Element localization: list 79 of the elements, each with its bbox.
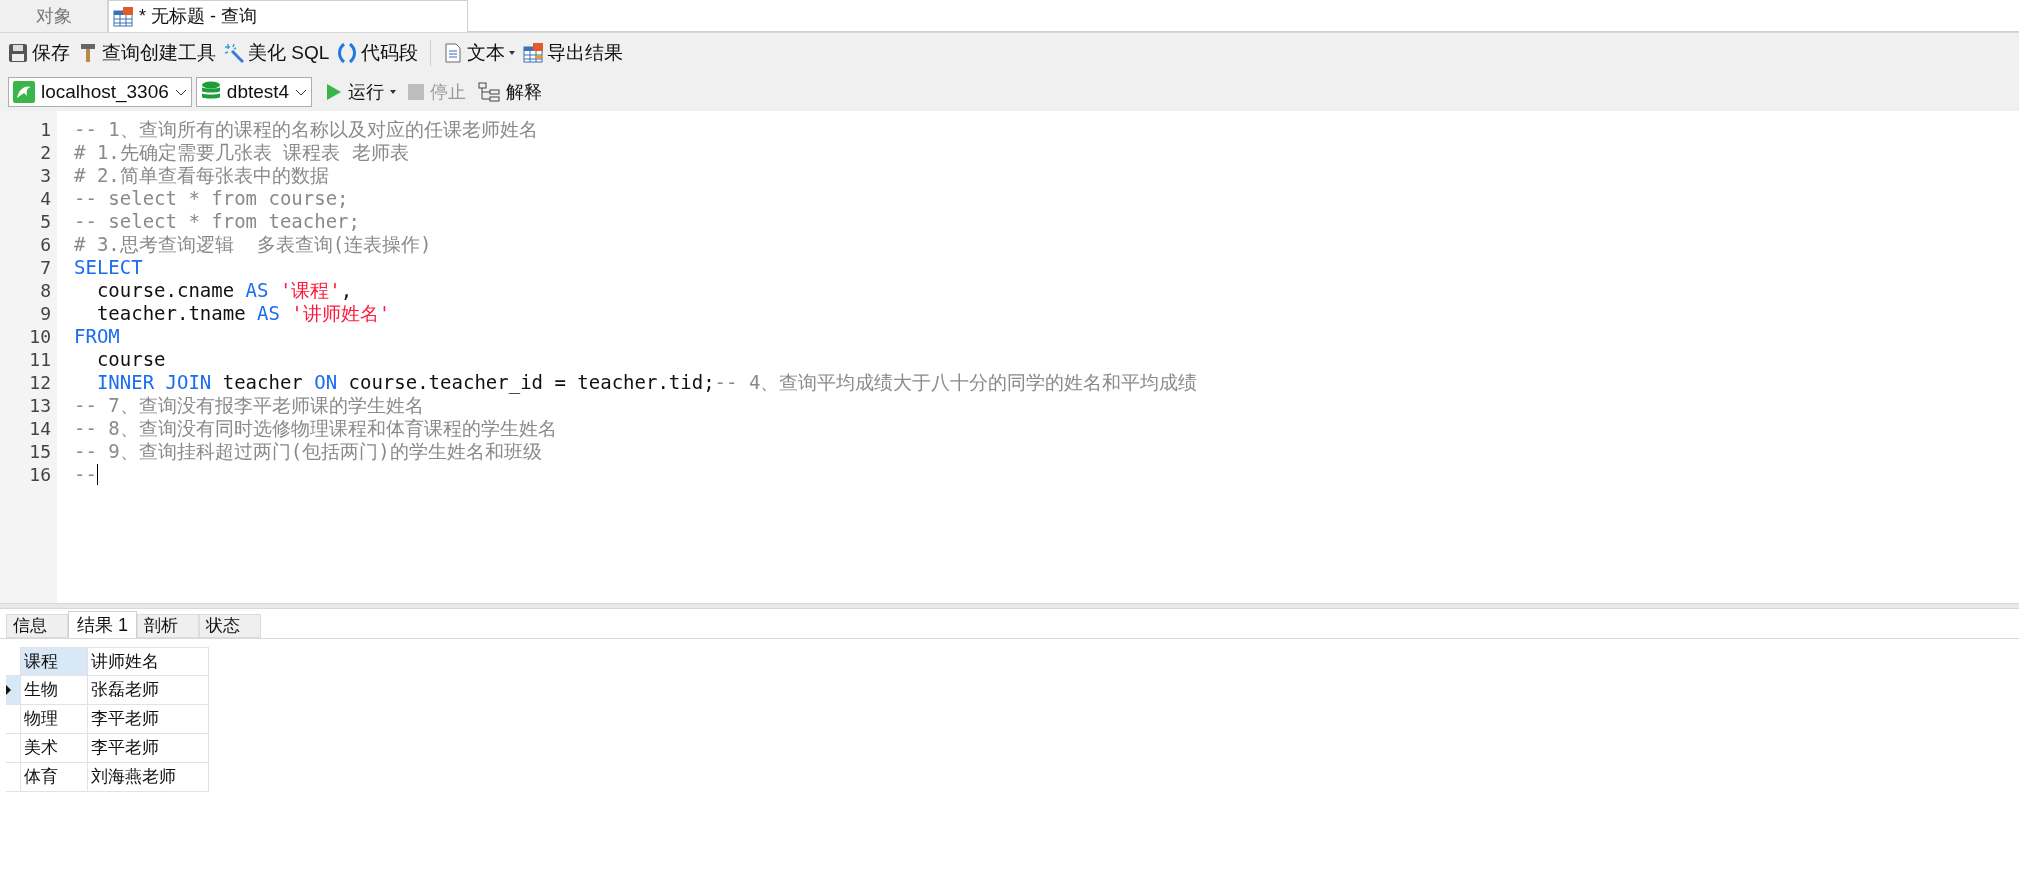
table-cell: 李平老师	[87, 704, 208, 734]
string-literal: '课程'	[279, 279, 341, 302]
code-comment: # 3.思考查询逻辑 多表查询(连表操作)	[74, 233, 432, 256]
table-cell: 物理	[20, 704, 87, 734]
dolphin-icon	[13, 81, 35, 103]
document-icon	[443, 43, 464, 63]
sql-keyword: FROM	[74, 325, 120, 348]
line-number: 3	[40, 164, 51, 187]
result-tab[interactable]: 结果 1	[68, 611, 137, 638]
table-cell: 体育	[20, 762, 87, 792]
line-number: 7	[40, 256, 51, 279]
column-header[interactable]: 课程	[20, 647, 87, 676]
table-export-icon	[523, 43, 544, 63]
line-number: 5	[40, 210, 51, 233]
line-number: 4	[40, 187, 51, 210]
table-cell: 张磊老师	[87, 675, 208, 705]
hammer-icon	[78, 43, 98, 63]
connection-select[interactable]: localhost_3306	[8, 77, 192, 107]
save-button[interactable]: 保存	[6, 37, 72, 69]
play-icon	[326, 83, 343, 101]
code-comment: -- select * from teacher;	[74, 210, 360, 233]
code-text: course	[96, 348, 166, 371]
line-number: 15	[29, 440, 51, 463]
column-header[interactable]: 讲师姓名	[87, 647, 208, 676]
line-number: 14	[29, 417, 51, 440]
chevron-down-icon	[295, 88, 308, 96]
line-number: 10	[29, 325, 51, 348]
sql-keyword: ON	[314, 371, 338, 394]
table-cell: 刘海燕老师	[87, 762, 208, 792]
sql-keyword: SELECT	[74, 256, 143, 279]
code-text: teacher.tname	[96, 302, 247, 325]
result-tab[interactable]: 信息	[6, 614, 68, 638]
run-button[interactable]: 运行	[322, 77, 401, 107]
line-number: 11	[29, 348, 51, 371]
explain-button[interactable]: 解释	[474, 77, 547, 107]
row-indicator[interactable]	[6, 675, 20, 705]
line-number: 16	[29, 463, 51, 486]
result-tab[interactable]: 状态	[199, 614, 261, 638]
code-comment: # 2.简单查看每张表中的数据	[74, 164, 329, 187]
parentheses-icon	[337, 43, 358, 63]
line-number: 8	[40, 279, 51, 302]
code-comment: -- 4、查询平均成绩大于八十分的同学的姓名和平均成绩	[714, 371, 1198, 394]
text-button[interactable]: 文本	[441, 37, 518, 69]
magic-wand-icon	[224, 43, 244, 63]
code-comment: -- 8、查询没有同时选修物理课程和体育课程的学生姓名	[74, 417, 557, 440]
chevron-down-icon	[174, 88, 187, 96]
snippet-button[interactable]: 代码段	[335, 37, 421, 69]
stop-icon	[408, 84, 425, 100]
code-comment: -- 9、查询挂科超过两门(包括两门)的学生姓名和班级	[74, 440, 542, 463]
sql-keyword: AS	[245, 279, 270, 302]
table-cell: 生物	[20, 675, 87, 705]
line-number: 2	[40, 141, 51, 164]
code-comment: -- 1、查询所有的课程的名称以及对应的任课老师姓名	[74, 118, 538, 141]
string-literal: '讲师姓名'	[291, 302, 391, 325]
tab[interactable]: * 无标题 - 查询	[108, 0, 468, 32]
table-cell: 美术	[20, 733, 87, 763]
export-button[interactable]: 导出结果	[521, 37, 626, 69]
code-comment: -- select * from course;	[74, 187, 349, 210]
table-cell: 李平老师	[87, 733, 208, 763]
line-number: 9	[40, 302, 51, 325]
code-comment: # 1.先确定需要几张表 课程表 老师表	[74, 141, 409, 164]
line-number: 1	[40, 118, 51, 141]
sql-keyword: AS	[257, 302, 281, 325]
line-number: 13	[29, 394, 51, 417]
line-number: 12	[29, 371, 51, 394]
code-text: ,	[340, 279, 353, 302]
code-comment: -- 7、查询没有报李平老师课的学生姓名	[74, 394, 424, 417]
builder-button[interactable]: 查询创建工具	[76, 37, 218, 69]
database-select[interactable]: dbtest4	[195, 77, 313, 107]
row-pointer-icon	[6, 685, 11, 695]
code-text: course.teacher_id = teacher.tid;	[347, 371, 715, 394]
result-tab[interactable]: 剖析	[137, 614, 199, 638]
code-comment: --	[74, 463, 97, 486]
code-text: teacher	[221, 371, 304, 394]
line-number: 6	[40, 233, 51, 256]
flowchart-icon	[478, 82, 501, 102]
code-text: course.cname	[96, 279, 236, 302]
sql-keyword: INNER JOIN	[96, 371, 212, 394]
beautify-button[interactable]: 美化 SQL	[222, 37, 332, 69]
